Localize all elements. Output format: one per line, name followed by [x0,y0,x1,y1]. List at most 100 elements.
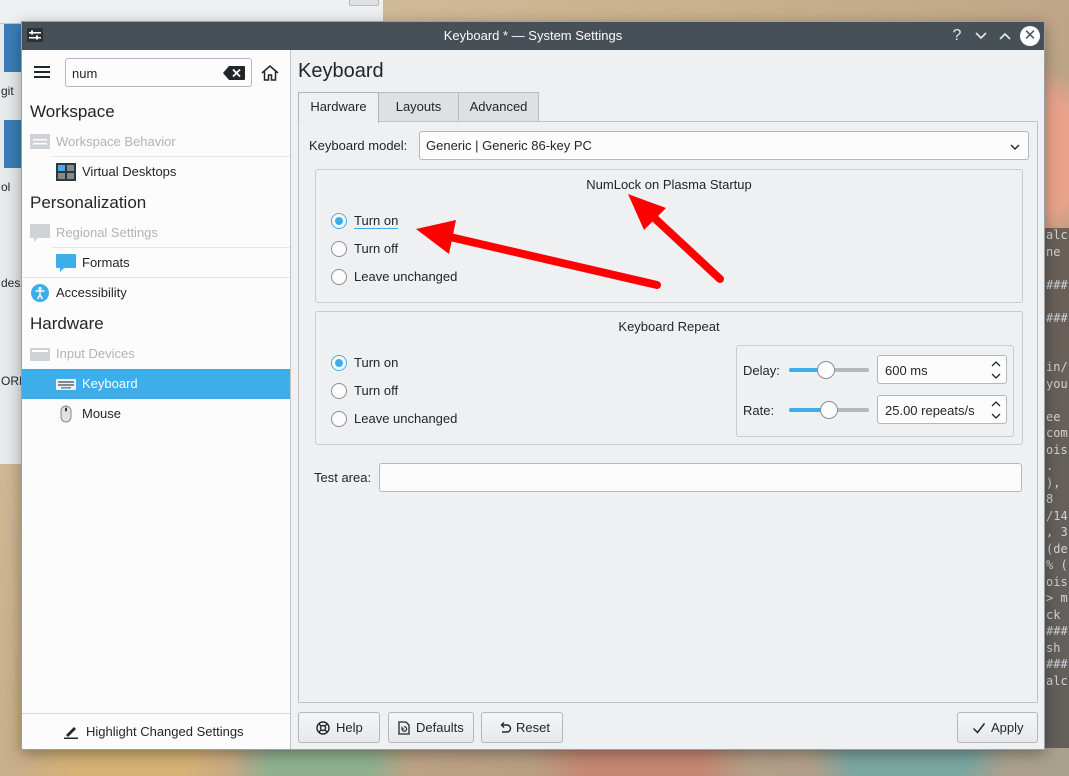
terminal-line: ### [1046,310,1068,325]
keyboard-model-value: Generic | Generic 86-key PC [426,138,592,153]
terminal-line: ), [1046,475,1061,490]
search-input[interactable] [72,64,217,82]
clear-search-icon[interactable] [223,66,245,80]
delay-slider[interactable] [789,360,869,380]
radio-label: Turn off [354,383,399,398]
terminal-line: ### [1046,624,1068,638]
terminal-line: 8 [1046,492,1054,506]
terminal-line: ois [1046,574,1068,589]
rate-value: 25.00 repeats/s [885,403,975,418]
rate-label: Rate: [743,403,775,418]
spin-arrows-icon[interactable] [990,399,1002,421]
apply-label: Apply [991,720,1024,735]
tab-advanced[interactable]: Advanced [458,92,539,122]
maximize-icon[interactable] [994,25,1016,47]
sidebar-item-label: Workspace Behavior [56,134,176,149]
sidebar-item-formats[interactable]: Formats [22,248,290,278]
search-field[interactable] [65,58,252,87]
help-label: Help [336,720,363,735]
minimize-icon[interactable] [970,25,992,47]
terminal-line: /14 [1046,508,1068,523]
terminal-line: ### [1046,657,1068,671]
keyboard-model-label: Keyboard model: [309,138,408,153]
home-icon[interactable] [261,65,279,81]
input-devices-icon [30,348,50,361]
sidebar-item-virtual-desktops[interactable]: Virtual Desktops [22,157,290,187]
defaults-button[interactable]: Defaults [388,712,474,743]
sidebar-item-mouse[interactable]: Mouse [22,399,290,429]
reset-label: Reset [516,720,550,735]
radio-label: Turn on [354,213,399,229]
sidebar-item-label: Formats [82,255,130,270]
radio-label: Turn on [354,355,399,370]
delay-spinbox[interactable]: 600 ms [877,355,1007,384]
defaults-label: Defaults [416,720,464,735]
window-title: Keyboard * — System Settings [443,28,623,43]
group-workspace: Workspace [30,102,115,121]
close-icon[interactable]: ✕ [1020,26,1040,46]
folder-icon [4,24,21,72]
radio-indicator [331,269,347,285]
numlock-group-title: NumLock on Plasma Startup [586,177,752,192]
sidebar-item-regional-settings[interactable]: Regional Settings [22,218,290,248]
delay-value: 600 ms [885,363,928,378]
sidebar-item-label: Mouse [82,406,122,421]
terminal-line: ee [1046,409,1061,424]
test-area-label: Test area: [314,470,372,485]
rate-spinbox[interactable]: 25.00 repeats/s [877,395,1007,424]
terminal-line: , 3 [1046,525,1068,539]
sidebar-item-label: Input Devices [56,346,135,361]
keyboard-repeat-group-title: Keyboard Repeat [618,319,720,334]
hardware-panel: Keyboard model: Generic | Generic 86-key… [298,121,1038,703]
terminal-line: ois [1046,442,1068,457]
rate-slider[interactable] [789,400,869,420]
radio-indicator [331,355,347,371]
background-label: git [1,84,14,98]
tab-layouts[interactable]: Layouts [378,92,459,122]
keyboard-model-select[interactable]: Generic | Generic 86-key PC [419,131,1029,160]
sidebar-item-accessibility[interactable]: Accessibility [22,278,290,308]
terminal-line: sh [1046,640,1061,655]
sidebar-item-input-devices[interactable]: Input Devices [22,339,290,369]
highlight-changed-label: Highlight Changed Settings [86,724,244,739]
radio-label: Leave unchanged [354,269,458,284]
sidebar-item-keyboard[interactable]: Keyboard [22,369,290,399]
background-terminal: alc ne ### ### in/you ee com ois.), 8/14 , 3 (de%… [1045,228,1069,748]
background-label: ORIG [1,374,21,388]
pencil-icon [64,727,78,739]
sidebar-item-workspace-behavior[interactable]: Workspace Behavior [22,127,290,157]
slider-handle[interactable] [820,401,838,419]
test-area-input[interactable] [379,463,1022,492]
background-label: ol [1,180,11,194]
folder-icon [4,120,21,168]
system-settings-window: Keyboard * — System Settings ? ✕ Workspa… [21,21,1045,750]
apply-button[interactable]: Apply [957,712,1038,743]
highlight-changed-settings-button[interactable]: Highlight Changed Settings [22,713,290,749]
background-label: des [1,276,21,290]
slider-handle[interactable] [816,361,835,379]
terminal-line: alc [1046,228,1068,242]
radio-indicator [331,241,347,257]
terminal-line: > m [1046,591,1068,605]
group-personalization: Personalization [30,193,147,212]
reset-button[interactable]: Reset [481,712,563,743]
terminal-line: alc [1046,673,1068,688]
radio-indicator [331,411,347,427]
help-button[interactable]: Help [298,712,380,743]
help-icon[interactable]: ? [946,25,968,47]
delay-label: Delay: [743,363,780,378]
terminal-line: you [1046,376,1068,391]
hamburger-menu-icon[interactable] [34,66,50,78]
workspace-behavior-icon [30,134,50,149]
page-title: Keyboard [298,60,384,82]
terminal-line: ### [1046,277,1068,292]
background-window-button [349,0,379,6]
terminal-line: % ( [1046,558,1068,572]
spin-arrows-icon[interactable] [990,359,1002,381]
chevron-down-icon [1010,144,1020,150]
radio-label: Leave unchanged [354,411,458,426]
tab-hardware[interactable]: Hardware [298,92,379,123]
